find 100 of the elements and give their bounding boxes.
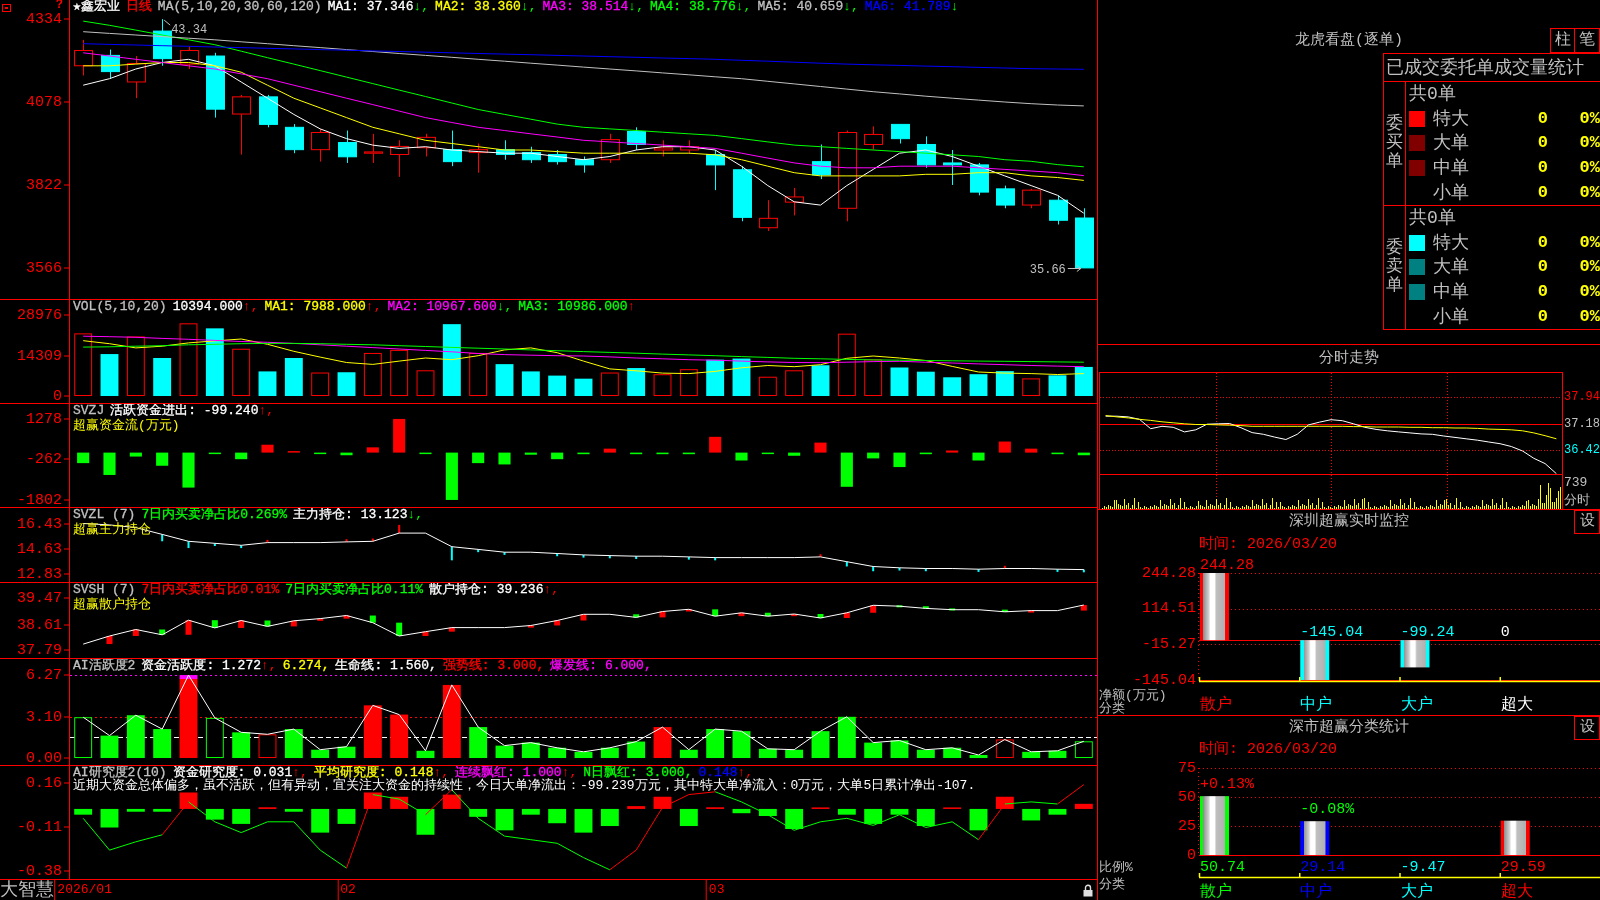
brand-label: 大智慧 xyxy=(0,880,54,900)
legend-text: 活跃资金进出: -99.240 xyxy=(110,404,259,418)
panel-title: 深市超赢分类统计 xyxy=(1289,719,1409,737)
legend-text: MA2: 38.360 xyxy=(435,0,521,14)
axis-label: 244.28 xyxy=(1142,564,1196,582)
order-count: 0 xyxy=(1537,257,1548,278)
order-type: 中单 xyxy=(1433,158,1469,179)
date-axis-label: 2026/01 xyxy=(54,880,112,900)
order-share: 0% xyxy=(1579,306,1600,327)
axis-label: 0 xyxy=(1187,846,1196,864)
axis-label: 75 xyxy=(1178,759,1196,777)
order-share: 0% xyxy=(1579,133,1600,154)
order-share: 0% xyxy=(1579,257,1600,278)
axis-title: 比例% xyxy=(1099,859,1133,875)
legend-text: VOL(5,10,20) xyxy=(73,300,167,314)
axis-label: 37.18 xyxy=(1564,417,1600,430)
order-type: 小单 xyxy=(1433,182,1469,203)
axis-title: 分类 xyxy=(1099,700,1125,715)
order-type: 大单 xyxy=(1433,133,1469,154)
axis-title: 分类 xyxy=(1099,876,1125,892)
category-label: 大户 xyxy=(1400,696,1433,714)
order-total: 共0单 xyxy=(1409,208,1456,229)
group-label: 委卖单 xyxy=(1386,239,1403,296)
order-type: 大单 xyxy=(1433,257,1469,278)
legend-text: SVSH (7) xyxy=(73,583,136,597)
category-label: 散户 xyxy=(1200,883,1232,900)
date-axis-label: 02 xyxy=(337,880,356,900)
value-label: 244.28 xyxy=(1200,556,1254,574)
legend-text: SVZL (7) xyxy=(73,508,136,522)
legend-text: MA(5,10,20,30,60,120) xyxy=(157,0,322,14)
volume-label: 739 xyxy=(1564,475,1588,491)
legend-text: SVZJ xyxy=(73,404,105,418)
legend-text: 日线 xyxy=(125,0,152,14)
order-share: 0% xyxy=(1579,108,1600,129)
axis-label: -145.04 xyxy=(1133,671,1196,689)
order-type: 特大 xyxy=(1433,108,1469,129)
legend-text: 10394.000 xyxy=(172,300,243,314)
category-label: 中户 xyxy=(1300,883,1333,900)
legend-text: 爆发线: 6.000, xyxy=(550,659,652,673)
axis-label: -15.27 xyxy=(1142,635,1196,653)
value-label: -99.24 xyxy=(1400,623,1455,641)
legend-text: 7日内买卖净占比0.01% xyxy=(141,583,280,597)
order-count: 0 xyxy=(1537,133,1548,154)
order-type: 特大 xyxy=(1433,232,1469,253)
order-share: 0% xyxy=(1579,232,1600,253)
panel-title: 龙虎看盘(逐单) xyxy=(1295,31,1403,50)
value-label: -9.47 xyxy=(1400,858,1446,876)
category-label: 超大 xyxy=(1500,696,1533,714)
analysis-note: 近期大资金总体偏多，虽不活跃，但有异动，宜关注大资金的持续性，今日大单净流出：-99.239万元，其中特大单净流入：0万元，大单5日累计净出-107. xyxy=(73,780,976,792)
order-share: 0% xyxy=(1579,158,1600,179)
value-label: 29.59 xyxy=(1500,858,1546,876)
indicator-caption: 超赢散户持仓 xyxy=(73,597,151,612)
legend-text: 7日内买卖净占比0.11% xyxy=(285,583,424,597)
axis-label: 37.94 xyxy=(1564,390,1600,404)
legend-text: MA3: 38.514 xyxy=(542,0,629,14)
value-label: 50.74 xyxy=(1200,858,1245,876)
legend-text: MA1: 7988.000 xyxy=(264,300,366,314)
order-share: 0% xyxy=(1579,182,1600,203)
change-label: -0.08% xyxy=(1300,800,1355,818)
legend-text: MA5: 40.659 xyxy=(757,0,844,14)
order-type: 小单 xyxy=(1433,306,1469,327)
axis-label: 114.51 xyxy=(1142,600,1196,618)
legend-text: 6.274, xyxy=(282,659,330,673)
order-total: 共0单 xyxy=(1409,84,1456,105)
legend-text: 7日内买卖净占比0.269% xyxy=(141,508,288,522)
legend-text: MA4: 38.776 xyxy=(649,0,736,14)
period-label: 分时 xyxy=(1564,493,1590,509)
legend-text: MA2: 10967.600 xyxy=(387,300,497,314)
indicator-caption: 超赢资金流(万元) xyxy=(73,418,180,433)
change-label: +0.13% xyxy=(1200,775,1254,793)
panel-title: 深圳超赢实时监控 xyxy=(1289,513,1409,531)
price-label: 35.66 xyxy=(1029,262,1066,277)
category-label: 散户 xyxy=(1200,696,1232,714)
axis-label: 36.42 xyxy=(1564,443,1600,457)
order-share: 0% xyxy=(1579,282,1600,303)
panel-title: 分时走势 xyxy=(1319,349,1379,368)
legend-text: 强势线: 3.000, xyxy=(442,659,545,673)
order-count: 0 xyxy=(1537,232,1548,253)
price-label: 43.34 xyxy=(171,23,208,38)
value-label: -145.04 xyxy=(1300,623,1364,641)
category-label: 超大 xyxy=(1500,883,1533,900)
category-label: 大户 xyxy=(1400,883,1433,900)
legend-text: 生命线: 1.560, xyxy=(335,659,437,673)
value-label: 29.14 xyxy=(1300,858,1346,876)
legend-text: MA6: 41.789 xyxy=(864,0,951,14)
date-axis-label: 03 xyxy=(705,880,725,900)
legend-text: MA1: 37.346 xyxy=(327,0,414,14)
axis-label: 25 xyxy=(1178,817,1196,835)
order-count: 0 xyxy=(1537,306,1548,327)
order-count: 0 xyxy=(1537,282,1548,303)
order-count: 0 xyxy=(1537,108,1548,129)
table-title: 已成交委托单成交量统计 xyxy=(1386,56,1584,79)
group-label: 委买单 xyxy=(1386,115,1403,172)
axis-label: 50 xyxy=(1178,788,1196,806)
order-type: 中单 xyxy=(1433,282,1469,303)
order-count: 0 xyxy=(1537,182,1548,203)
value-label: 0 xyxy=(1500,623,1510,641)
order-count: 0 xyxy=(1537,158,1548,179)
category-label: 中户 xyxy=(1300,696,1333,714)
date-label: 时间: 2026/03/20 xyxy=(1199,535,1338,553)
